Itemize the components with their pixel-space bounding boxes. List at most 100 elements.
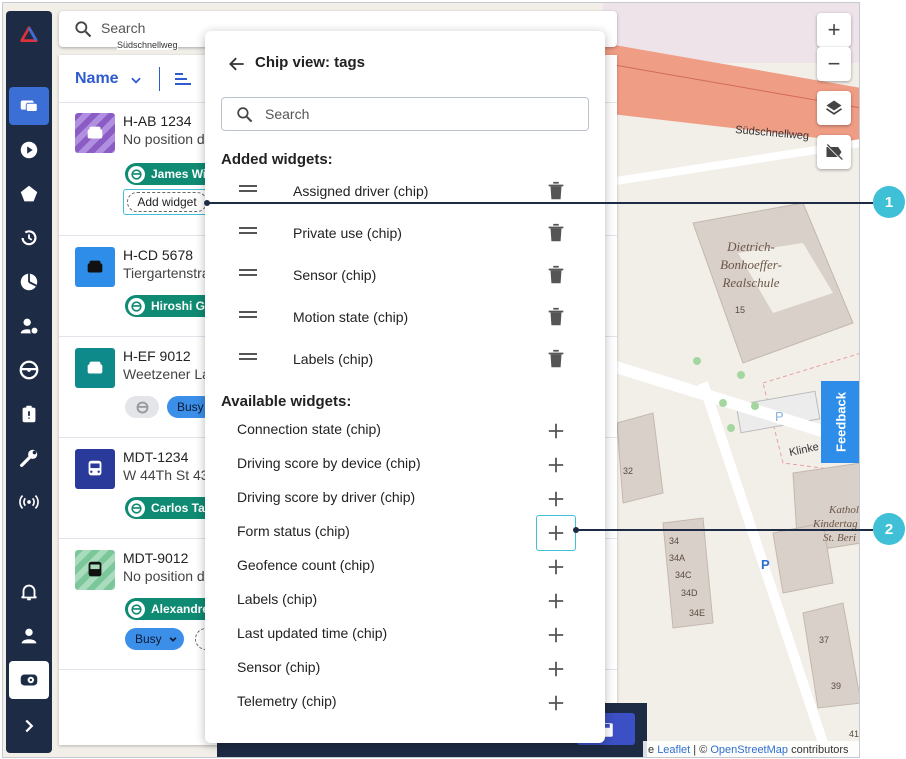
vehicle-car-icon [75,247,115,287]
svg-text:Bonhoeffer-: Bonhoeffer- [720,257,782,272]
hide-labels-button[interactable] [817,135,851,169]
available-widget-row[interactable]: Connection state (chip) [221,415,589,445]
added-widget-row[interactable]: Sensor (chip) [221,261,589,291]
add-widget-plus-icon[interactable] [536,651,576,687]
sidebar-vehicles-icon[interactable] [9,87,49,125]
available-widget-row[interactable]: Geofence count (chip) [221,551,589,581]
steering-wheel-icon [128,165,145,183]
add-widget-plus-icon[interactable] [536,617,576,653]
svg-text:32: 32 [623,466,633,476]
widget-label: Last updated time (chip) [237,625,388,641]
widget-label: Labels (chip) [237,591,318,607]
status-dropdown[interactable]: Busy [125,628,184,650]
widget-label: Driving score by driver (chip) [237,489,416,505]
leaflet-link[interactable]: Leaflet [657,744,690,756]
added-widget-row[interactable]: Labels (chip) [221,345,589,375]
zoom-in-button[interactable]: + [817,13,851,47]
sidebar-geofence-icon[interactable] [9,175,49,213]
panel-title: Chip view: tags [255,54,366,71]
add-widget-plus-icon[interactable] [536,447,576,483]
sidebar-maintenance-icon[interactable] [9,439,49,477]
available-widget-row[interactable]: Labels (chip) [221,585,589,615]
trash-icon[interactable] [545,306,567,328]
svg-text:34C: 34C [675,570,692,580]
callout-badge-1: 1 [873,186,905,218]
widget-label: Motion state (chip) [293,309,409,325]
add-widget-plus-icon[interactable] [536,583,576,619]
add-widget-plus-icon[interactable] [536,685,576,721]
added-widget-row[interactable]: Motion state (chip) [221,303,589,333]
widget-label: Assigned driver (chip) [293,183,429,199]
add-widget-plus-icon[interactable] [536,481,576,517]
available-widget-row[interactable]: Driving score by driver (chip) [221,483,589,513]
trash-icon[interactable] [545,180,567,202]
sidebar-notifications-icon[interactable] [9,573,49,611]
vehicle-car-icon [75,113,115,153]
driver-name: Hiroshi Ga [151,299,212,313]
callout-line [207,202,873,204]
sidebar-tasks-icon[interactable] [9,395,49,433]
sidebar-account-icon[interactable] [9,617,49,655]
sidebar-settings-icon[interactable] [9,661,49,699]
vehicle-address: W 44Th St 43 [123,467,209,483]
back-arrow-icon[interactable] [227,54,247,74]
sidebar-history-icon[interactable] [9,219,49,257]
steering-wheel-icon [128,600,145,618]
available-widget-row[interactable]: Last updated time (chip) [221,619,589,649]
drag-handle-icon[interactable] [239,311,257,313]
widget-label: Connection state (chip) [237,421,381,437]
svg-text:St. Beri: St. Beri [823,532,856,544]
layers-icon [826,100,842,115]
zoom-out-button[interactable]: − [817,47,851,81]
available-widget-row[interactable]: Sensor (chip) [221,653,589,683]
add-widget-plus-icon[interactable] [536,549,576,585]
drag-handle-icon[interactable] [239,227,257,229]
layers-button[interactable] [817,91,851,125]
vehicle-address: No position d [123,131,205,147]
osm-link[interactable]: OpenStreetMap [710,744,788,756]
driver-empty-chip[interactable] [125,396,159,418]
sidebar-steering-icon[interactable] [9,351,49,389]
map-parking-icon: P [761,557,770,572]
feedback-tab[interactable]: Feedback [821,381,859,463]
vehicle-bus-icon [75,449,115,489]
sidebar-play-icon[interactable] [9,131,49,169]
trash-icon[interactable] [545,348,567,370]
search-icon [75,21,92,38]
available-widget-row[interactable]: Driving score by device (chip) [221,449,589,479]
drag-handle-icon[interactable] [239,269,257,271]
trash-icon[interactable] [545,264,567,286]
sidebar-signal-icon[interactable] [9,483,49,521]
sidebar-drivers-icon[interactable] [9,307,49,345]
drag-handle-icon[interactable] [239,353,257,355]
app-logo-icon[interactable] [9,17,49,55]
sidebar-reports-icon[interactable] [9,263,49,301]
add-widget-plus-icon[interactable] [536,413,576,449]
trash-icon[interactable] [545,222,567,244]
search-placeholder: Search [101,20,146,36]
attribution-prefix: e [648,744,655,756]
add-widget-plus-icon[interactable] [536,515,576,551]
drag-handle-icon[interactable] [239,185,257,187]
sidebar-expand-icon[interactable] [9,707,49,745]
svg-text:Dietrich-: Dietrich- [726,239,775,254]
map-parking-label: P [775,409,784,424]
available-widget-row[interactable]: Form status (chip) [221,515,589,551]
svg-text:15: 15 [735,305,745,315]
svg-text:34D: 34D [681,588,698,598]
vehicle-name: H-EF 9012 [123,348,191,364]
sort-order-icon[interactable] [173,71,193,87]
add-widget-button[interactable]: Add widget [127,192,207,212]
available-widget-row[interactable]: Telemetry (chip) [221,687,589,717]
search-placeholder: Search [265,106,310,122]
driver-name: Carlos Tar [151,501,210,515]
added-widget-row[interactable]: Private use (chip) [221,219,589,249]
sort-label[interactable]: Name [75,70,119,88]
widget-label: Sensor (chip) [237,659,321,675]
callout-line [576,529,873,531]
widget-search-input[interactable]: Search [221,97,589,131]
available-widgets-heading: Available widgets: [221,393,352,410]
chevron-down-icon[interactable] [129,73,143,87]
widget-label: Geofence count (chip) [237,557,375,573]
widget-label: Private use (chip) [293,225,402,241]
